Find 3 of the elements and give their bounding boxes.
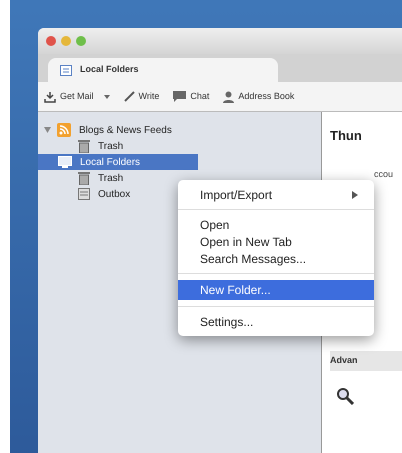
section-heading: Advan <box>330 351 402 370</box>
section-heading: ccou <box>373 168 394 180</box>
pane-title: Thun <box>330 127 363 145</box>
